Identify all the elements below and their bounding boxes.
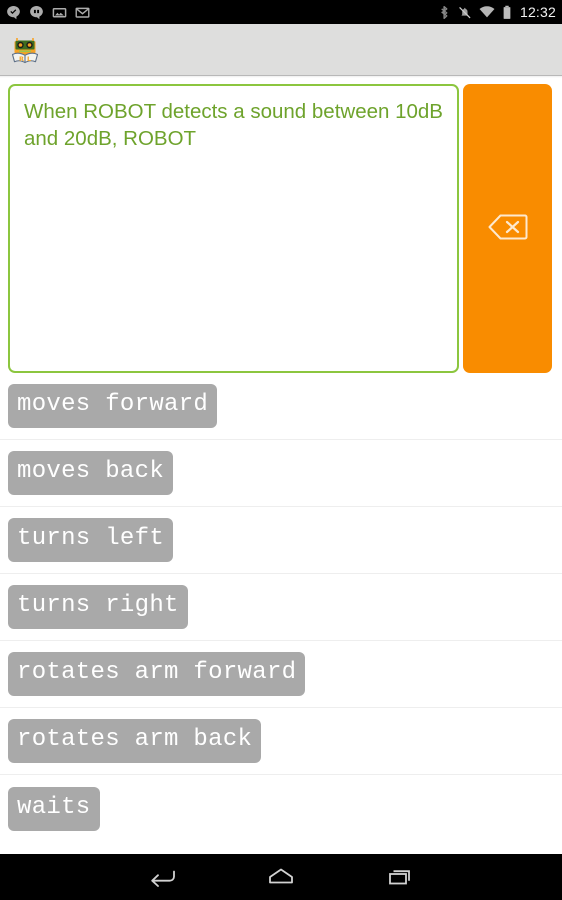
word-chip[interactable]: moves forward [8, 384, 218, 428]
status-system-icons: 12:32 [431, 4, 556, 20]
word-chip[interactable]: waits [8, 786, 100, 831]
status-clock: 12:32 [519, 4, 556, 20]
nav-recents-button[interactable] [341, 854, 461, 900]
screenshot-image-icon [52, 5, 67, 20]
svg-text:R: R [19, 55, 24, 63]
backspace-icon [487, 212, 529, 245]
home-icon [266, 865, 296, 890]
back-arrow-icon [146, 865, 176, 890]
gmail-icon [75, 5, 90, 20]
word-choice-list: moves forward moves back turns left turn… [0, 373, 562, 842]
list-item[interactable]: rotates arm back [0, 708, 562, 775]
android-status-bar: 12:32 [0, 0, 562, 24]
list-item[interactable]: rotates arm forward [0, 641, 562, 708]
svg-text:L: L [27, 55, 31, 63]
word-chip[interactable]: turns right [8, 585, 188, 629]
sentence-text: When ROBOT detects a sound between 10dB … [24, 100, 449, 150]
nav-home-button[interactable] [221, 854, 341, 900]
sentence-display-box[interactable]: When ROBOT detects a sound between 10dB … [8, 84, 459, 373]
app-action-bar: R L [0, 24, 562, 78]
recents-icon [386, 865, 416, 890]
ringer-silent-icon [458, 5, 472, 20]
hangouts-check-icon [6, 5, 21, 20]
word-chip[interactable]: rotates arm forward [8, 652, 306, 696]
nav-back-button[interactable] [101, 854, 221, 900]
word-chip[interactable]: turns left [8, 518, 174, 562]
list-item[interactable]: turns left [0, 507, 562, 574]
word-chip[interactable]: rotates arm back [8, 719, 262, 763]
list-item[interactable]: turns right [0, 574, 562, 641]
sentence-compose-area: When ROBOT detects a sound between 10dB … [0, 76, 562, 373]
word-chip[interactable]: moves back [8, 451, 174, 495]
backspace-delete-button[interactable] [463, 84, 552, 373]
android-navigation-bar [0, 854, 562, 900]
status-notification-icons [6, 5, 98, 20]
wifi-icon [479, 5, 495, 19]
bluetooth-icon [438, 5, 451, 20]
list-item[interactable]: waits [0, 775, 562, 842]
list-item[interactable]: moves forward [0, 373, 562, 440]
battery-icon [502, 5, 512, 20]
robot-reading-book-app-icon[interactable]: R L [9, 34, 41, 66]
list-item[interactable]: moves back [0, 440, 562, 507]
hangouts-message-icon [29, 5, 44, 20]
